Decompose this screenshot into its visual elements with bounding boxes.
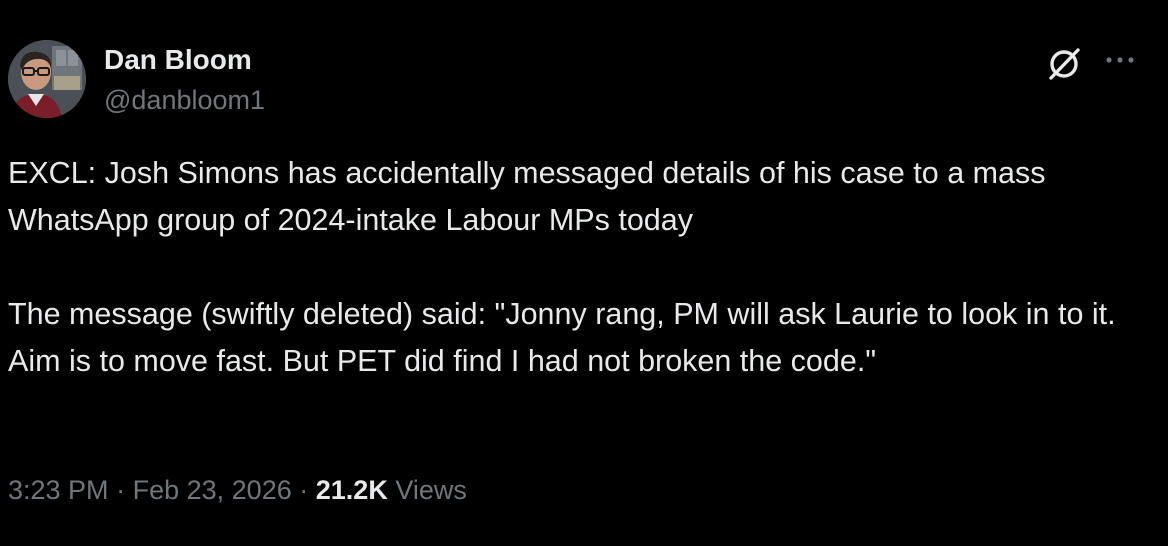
meta-separator: · — [116, 475, 126, 505]
tweet-card: Dan Bloom @danbloom1 EXCL: Josh Simons h… — [0, 0, 1168, 546]
views-label: Views — [395, 475, 467, 505]
tweet-paragraph: The message (swiftly deleted) said: "Jon… — [8, 297, 1116, 378]
avatar-photo-icon — [8, 40, 86, 118]
tweet-text: EXCL: Josh Simons has accidentally messa… — [8, 150, 1148, 385]
tweet-meta: 3:23 PM · Feb 23, 2026 · 21.2K Views — [8, 470, 467, 510]
views-count[interactable]: 21.2K — [316, 475, 388, 505]
grok-slash-icon[interactable] — [1044, 44, 1084, 84]
author-handle[interactable]: @danbloom1 — [104, 84, 265, 116]
more-horizontal-icon[interactable] — [1104, 53, 1136, 65]
avatar[interactable] — [8, 40, 86, 118]
tweet-time[interactable]: 3:23 PM — [8, 475, 109, 505]
author-display-name[interactable]: Dan Bloom — [104, 43, 252, 77]
tweet-date[interactable]: Feb 23, 2026 — [133, 475, 292, 505]
meta-separator: · — [299, 475, 309, 505]
tweet-paragraph: EXCL: Josh Simons has accidentally messa… — [8, 156, 1046, 237]
